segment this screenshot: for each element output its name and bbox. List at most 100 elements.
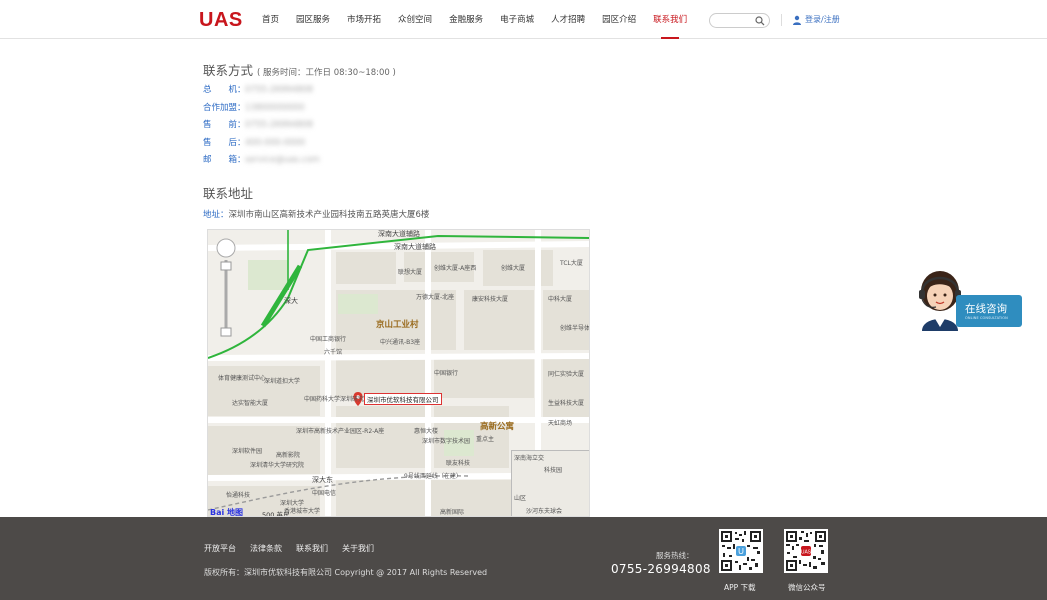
map-road-label: 深南大道辅路 xyxy=(394,243,436,251)
contact-label: 售 前： xyxy=(203,120,246,130)
qr-caption-app: APP 下载 xyxy=(724,583,756,592)
map-poi-label: 达实智能大厦 xyxy=(232,400,269,407)
map-poi-label: 创维大厦-A座西 xyxy=(434,265,477,272)
nav-item-park-services[interactable]: 园区服务 xyxy=(296,0,330,39)
contact-label: 邮 箱： xyxy=(203,155,246,165)
map-poi-label: 怡通科技 xyxy=(226,492,251,499)
map-poi-label: 沙河东夫球会 xyxy=(526,508,563,515)
site-logo[interactable]: UAS xyxy=(199,9,243,32)
footer-link-about[interactable]: 关于我们 xyxy=(342,543,374,554)
baidu-map[interactable]: 深南大道辅路 深南大道辅路 深大 京山工业村 高新公寓 联想大厦 创维大厦-A座… xyxy=(207,229,590,517)
map-poi-label: 中国银行 xyxy=(434,370,459,377)
address-line: 地址：深圳市南山区高新技术产业园科技南五路英唐大厦6楼 xyxy=(203,208,429,220)
hotline-number: 0755-26994808 xyxy=(611,562,711,576)
contact-value: 13800000000 xyxy=(245,103,305,113)
nav-item-home[interactable]: 首页 xyxy=(262,0,279,39)
contact-value: 0755-26994808 xyxy=(245,85,313,95)
nav-item-about-park[interactable]: 园区介绍 xyxy=(602,0,636,39)
map-poi-label: 天虹商场 xyxy=(548,420,573,427)
contact-row-email: 邮 箱： service@uas.com xyxy=(203,153,320,167)
map-road-label: 深南大道辅路 xyxy=(378,230,420,238)
map-poi-label: 万德大厦-北座 xyxy=(416,294,455,301)
contact-label: 合作加盟： xyxy=(203,103,246,113)
map-scale: 500 英尺 xyxy=(262,511,290,517)
map-poi-label: 山区 xyxy=(514,495,527,502)
map-poi-label: 重点主 xyxy=(476,436,495,443)
map-poi-label: 深圳市高新技术产业园区-R2-A座 xyxy=(296,428,385,435)
map-station-label: 深大 xyxy=(284,297,298,305)
baidu-map-logo: Bai 地图 xyxy=(210,508,244,517)
nav-item-contact[interactable]: 联系我们 xyxy=(653,0,687,39)
footer-link-contact[interactable]: 联系我们 xyxy=(296,543,328,554)
copyright-text: 版权所有：深圳市优软科技有限公司 Copyright @ 2017 All Ri… xyxy=(204,568,488,577)
map-poi-label: 六千馆 xyxy=(324,349,343,356)
app-download-qr-icon: U xyxy=(719,529,763,573)
map-poi-label: 中兴通讯-B3座 xyxy=(380,339,421,346)
site-header: UAS 首页 园区服务 市场开拓 众创空间 金融服务 电子商城 人才招聘 园区介… xyxy=(0,0,1047,39)
map-poi-label: 联友科技 xyxy=(446,460,471,467)
wechat-qr-icon: UAS xyxy=(784,529,828,573)
map-poi-label: 康安科技大厦 xyxy=(472,296,509,303)
address-label: 地址： xyxy=(203,210,229,220)
map-poi-label: 科技园 xyxy=(544,467,563,474)
map-poi-label: 中国药科大学深圳研究院 xyxy=(304,396,371,403)
map-poi-label: 深南海立交 xyxy=(514,455,545,462)
map-poi-label: 中国工商银行 xyxy=(310,336,347,343)
map-poi-label: 体育健康测试中心 xyxy=(218,375,267,382)
nav-item-jobs[interactable]: 人才招聘 xyxy=(551,0,585,39)
user-icon xyxy=(793,15,801,25)
login-register-link[interactable]: 登录/注册 xyxy=(792,14,840,25)
map-poi-label: 同仁实验大厦 xyxy=(548,371,585,378)
map-poi-label: 联想大厦 xyxy=(398,269,423,276)
contact-section-title: 联系方式 ( 服务时间：工作日 08:30~18:00 ) xyxy=(203,60,396,79)
nav-item-mall[interactable]: 电子商城 xyxy=(500,0,534,39)
map-poi-label: 深圳清华大学研究院 xyxy=(250,462,305,469)
search-input[interactable] xyxy=(709,13,770,28)
map-pin-label[interactable]: 深圳市优软科技有限公司 xyxy=(364,393,442,405)
contact-value: 0755-26994808 xyxy=(245,120,313,130)
map-poi-label: 深圳市数字技术园 xyxy=(422,438,471,445)
footer-links: 开放平台 法律条款 联系我们 关于我们 xyxy=(204,543,388,554)
online-consultation-button[interactable]: 在线咨询 ONLINE CONSULTATION xyxy=(956,295,1022,327)
login-label: 登录/注册 xyxy=(805,15,840,24)
contact-row-aftersales: 售 后： 400-000-0000 xyxy=(203,136,305,150)
contact-row-presales: 售 前： 0755-26994808 xyxy=(203,118,313,132)
qr-caption-wechat: 微信公众号 xyxy=(788,583,826,592)
map-poi-label: 创维大厦 xyxy=(501,265,526,272)
consultation-subtitle: ONLINE CONSULTATION xyxy=(965,316,1008,320)
site-footer: 开放平台 法律条款 联系我们 关于我们 版权所有：深圳市优软科技有限公司 Cop… xyxy=(0,517,1047,600)
map-poi-label: 中科大厦 xyxy=(548,296,573,303)
online-consultation-widget[interactable]: 在线咨询 ONLINE CONSULTATION xyxy=(918,269,1022,331)
map-overview-inset[interactable]: 深南海立交 科技园 山区 沙河东夫球会 xyxy=(511,450,589,516)
nav-item-finance[interactable]: 金融服务 xyxy=(449,0,483,39)
footer-link-open-platform[interactable]: 开放平台 xyxy=(204,543,236,554)
map-area-label: 京山工业村 xyxy=(376,320,419,330)
map-poi-label: 深圳道扣大学 xyxy=(264,378,301,385)
map-poi-label: 高新国际 xyxy=(440,509,465,516)
map-poi-label: 创维半导体设计大厦 xyxy=(560,325,590,332)
nav-item-market[interactable]: 市场开拓 xyxy=(347,0,381,39)
service-hours: ( 服务时间：工作日 08:30~18:00 ) xyxy=(257,68,396,78)
nav-item-cowork[interactable]: 众创空间 xyxy=(398,0,432,39)
contact-row-partner: 合作加盟： 13800000000 xyxy=(203,101,305,115)
map-poi-label: TCL大厦 xyxy=(560,260,583,267)
contact-value: service@uas.com xyxy=(245,155,320,165)
map-poi-label: 深圳软件园 xyxy=(232,448,263,455)
footer-link-legal[interactable]: 法律条款 xyxy=(250,543,282,554)
address-section-title: 联系地址 xyxy=(203,186,254,201)
map-poi-label: 中国电信 xyxy=(312,490,337,497)
main-nav: 首页 园区服务 市场开拓 众创空间 金融服务 电子商城 人才招聘 园区介绍 联系… xyxy=(262,0,704,39)
consultation-title: 在线咨询 xyxy=(965,303,1007,315)
map-area-label: 高新公寓 xyxy=(480,422,515,432)
hotline-label: 服务热线： xyxy=(656,551,694,560)
header-divider xyxy=(781,14,782,26)
map-poi-label: 高新影院 xyxy=(276,452,301,459)
map-poi-label: 惠恒大楼 xyxy=(414,428,439,435)
map-poi-label: 生益科技大厦 xyxy=(548,400,585,407)
contact-value: 400-000-0000 xyxy=(245,138,306,148)
contact-label: 售 后： xyxy=(203,138,246,148)
search-icon[interactable] xyxy=(755,16,765,26)
svg-text:U: U xyxy=(738,547,744,556)
contact-label: 总 机： xyxy=(203,85,246,95)
map-road-label: 9号线西延线（在建） xyxy=(404,473,462,480)
